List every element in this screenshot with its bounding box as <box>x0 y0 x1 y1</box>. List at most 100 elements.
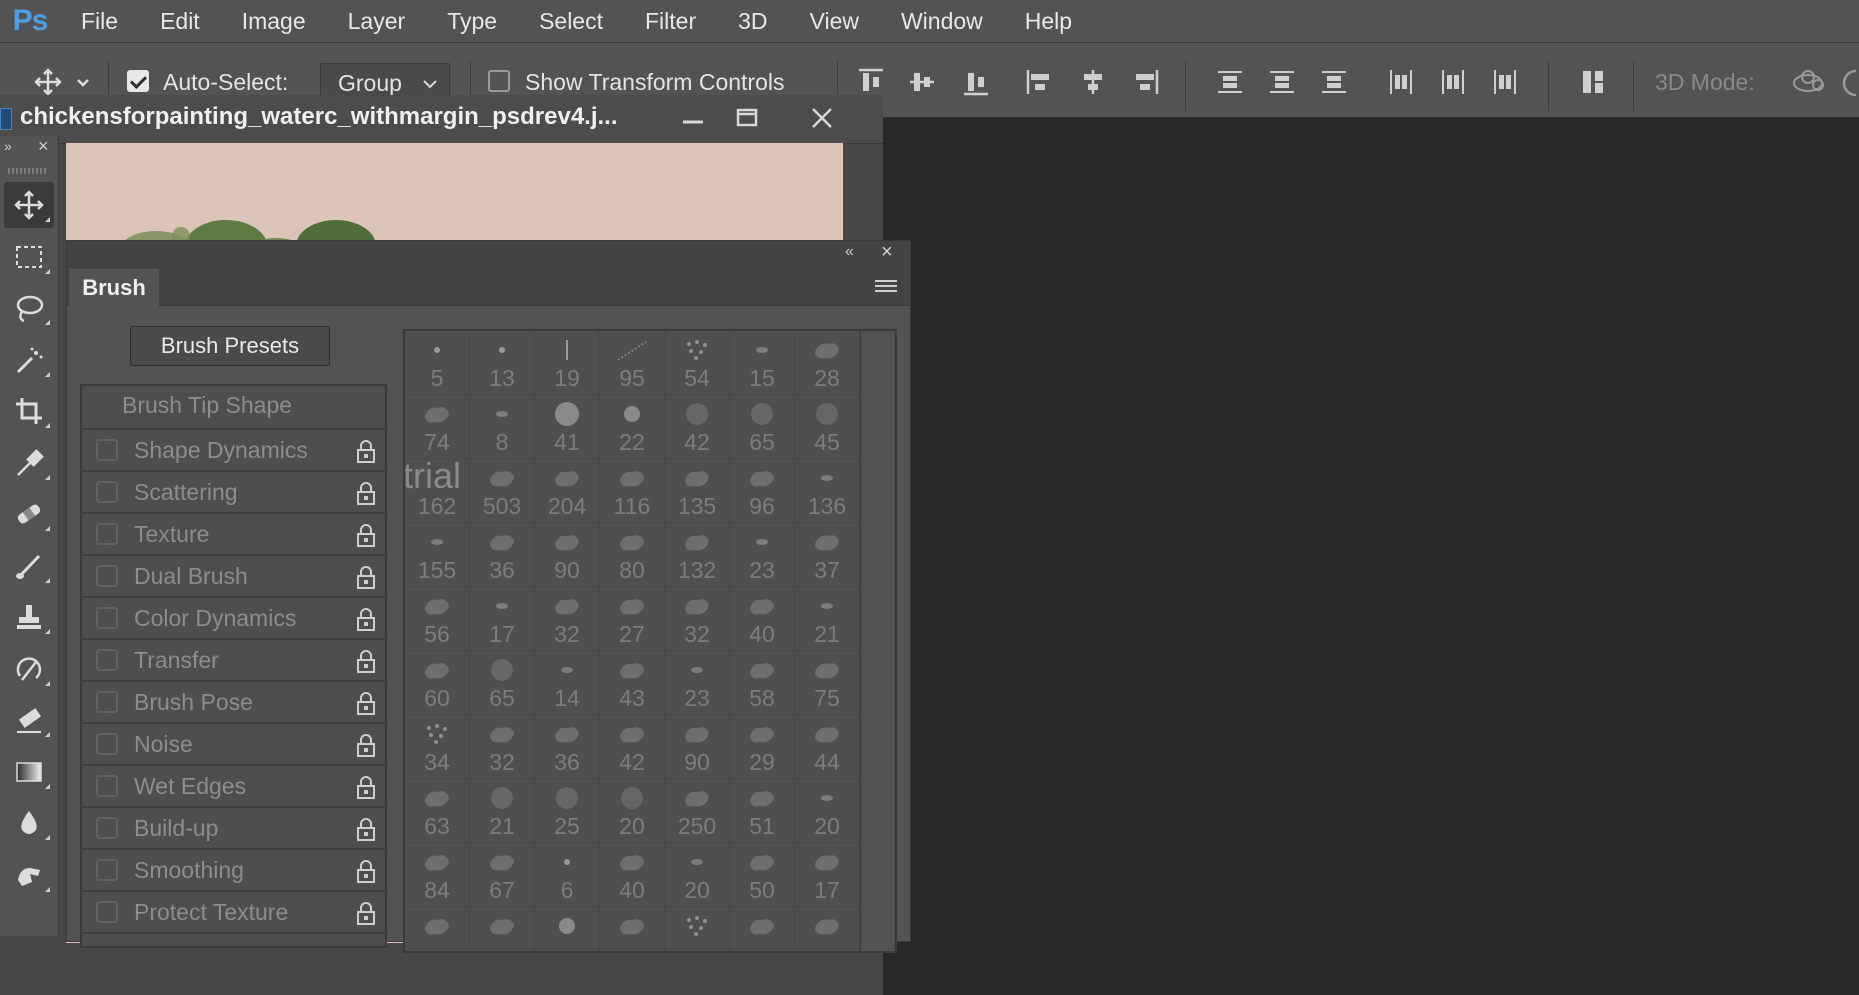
shape-dynamics-checkbox[interactable] <box>96 439 118 461</box>
crop-tool[interactable] <box>4 388 54 434</box>
brush-tip-item[interactable]: 27 <box>600 587 665 651</box>
texture-checkbox[interactable] <box>96 523 118 545</box>
lock-icon[interactable] <box>355 775 377 799</box>
brush-grid-scrollbar[interactable] <box>860 331 894 951</box>
brush-option-wet-edges[interactable]: Wet Edges <box>82 766 385 808</box>
document-title-bar[interactable]: chickensforpainting_waterc_withmargin_ps… <box>0 95 883 144</box>
auto-select-checkbox[interactable] <box>127 70 149 92</box>
maximize-button[interactable] <box>720 99 774 137</box>
lock-icon[interactable] <box>355 649 377 673</box>
brush-tip-item[interactable]: 75 <box>795 651 860 715</box>
wet-edges-checkbox[interactable] <box>96 775 118 797</box>
distribute-left-edges-icon[interactable] <box>1386 67 1416 97</box>
move-tool-preset-picker[interactable] <box>30 67 96 97</box>
close-panel-icon[interactable]: × <box>881 241 893 264</box>
brush-panel-header[interactable]: « × <box>67 241 910 267</box>
lasso-tool[interactable] <box>4 285 54 331</box>
brush-tip-item[interactable]: 54 <box>665 331 730 395</box>
brush-tip-item[interactable]: 17 <box>470 587 535 651</box>
brush-tip-item[interactable] <box>600 907 665 951</box>
menu-type[interactable]: Type <box>426 0 518 42</box>
distribute-top-edges-icon[interactable] <box>1215 67 1245 97</box>
brush-tip-item[interactable]: 36 <box>535 715 600 779</box>
transfer-checkbox[interactable] <box>96 649 118 671</box>
menu-filter[interactable]: Filter <box>624 0 717 42</box>
3d-roll-icon[interactable] <box>1840 65 1859 99</box>
brush-option-texture[interactable]: Texture <box>82 514 385 556</box>
menu-window[interactable]: Window <box>880 0 1004 42</box>
brush-tip-item[interactable]: 36 <box>470 523 535 587</box>
brush-tip-item[interactable]: 51 <box>730 779 795 843</box>
lock-icon[interactable] <box>355 565 377 589</box>
brush-tip-item[interactable]: 204 <box>535 459 600 523</box>
brush-tip-item[interactable]: 21 <box>470 779 535 843</box>
minimize-button[interactable] <box>666 99 720 137</box>
show-transform-controls-checkbox[interactable] <box>488 70 510 92</box>
lock-icon[interactable] <box>355 439 377 463</box>
brush-option-transfer[interactable]: Transfer <box>82 640 385 682</box>
brush-tip-item[interactable]: 15 <box>730 331 795 395</box>
brush-tip-item[interactable]: 32 <box>665 587 730 651</box>
brush-tip-item[interactable]: 29 <box>730 715 795 779</box>
color-dynamics-checkbox[interactable] <box>96 607 118 629</box>
brush-tip-item[interactable]: 60 <box>405 651 470 715</box>
align-bottom-edges-icon[interactable] <box>961 67 991 97</box>
lock-icon[interactable] <box>355 859 377 883</box>
brush-tip-item[interactable]: 34 <box>405 715 470 779</box>
brush-option-scattering[interactable]: Scattering <box>82 472 385 514</box>
stamp-tool[interactable] <box>4 594 54 640</box>
brush-pose-checkbox[interactable] <box>96 691 118 713</box>
align-top-edges-icon[interactable] <box>856 67 886 97</box>
brush-tip-item[interactable] <box>470 907 535 951</box>
brush-tip-item[interactable]: 14 <box>535 651 600 715</box>
brush-tip-item[interactable]: 63 <box>405 779 470 843</box>
brush-tip-item[interactable]: 37 <box>795 523 860 587</box>
brush-tip-item[interactable]: 80 <box>600 523 665 587</box>
brush-tip-item[interactable]: 19 <box>535 331 600 395</box>
brush-tip-item[interactable] <box>535 907 600 951</box>
tab-brush[interactable]: Brush <box>69 269 159 306</box>
eraser-tool[interactable] <box>4 697 54 743</box>
brush-presets-button[interactable]: Brush Presets <box>130 326 330 366</box>
menu-edit[interactable]: Edit <box>139 0 221 42</box>
brush-tip-item[interactable]: 13 <box>470 331 535 395</box>
brush-tip-item[interactable]: 23 <box>665 651 730 715</box>
brush-option-smoothing[interactable]: Smoothing <box>82 850 385 892</box>
menu-help[interactable]: Help <box>1004 0 1093 42</box>
auto-align-layers-icon[interactable] <box>1578 67 1608 97</box>
brush-tip-item[interactable]: 132 <box>665 523 730 587</box>
brush-tip-item[interactable]: 20 <box>665 843 730 907</box>
lock-icon[interactable] <box>355 481 377 505</box>
panel-grip[interactable] <box>8 168 48 174</box>
brush-tip-item[interactable]: 136 <box>795 459 860 523</box>
brush-tip-item[interactable]: 20 <box>795 779 860 843</box>
brush-tip-item[interactable]: 84 <box>405 843 470 907</box>
eyedropper-tool[interactable] <box>4 440 54 486</box>
brush-tip-item[interactable]: 22 <box>600 395 665 459</box>
brush-tip-item[interactable]: 74 <box>405 395 470 459</box>
brush-tip-item[interactable]: 96 <box>730 459 795 523</box>
noise-checkbox[interactable] <box>96 733 118 755</box>
brush-tip-shape-item[interactable]: Brush Tip Shape <box>82 386 385 430</box>
brush-tip-item[interactable]: 95 <box>600 331 665 395</box>
menu-3d[interactable]: 3D <box>717 0 788 42</box>
brush-tip-item[interactable]: 65 <box>730 395 795 459</box>
brush-tip-item[interactable]: 21 <box>795 587 860 651</box>
brush-tip-item[interactable]: 32 <box>470 715 535 779</box>
distribute-right-edges-icon[interactable] <box>1490 67 1520 97</box>
menu-image[interactable]: Image <box>221 0 327 42</box>
brush-tip-item[interactable]: 45 <box>795 395 860 459</box>
brush-tip-item[interactable]: 32 <box>535 587 600 651</box>
brush-option-brush-pose[interactable]: Brush Pose <box>82 682 385 724</box>
brush-tip-item[interactable]: 44 <box>795 715 860 779</box>
collapse-panel-icon[interactable]: « <box>845 243 854 261</box>
brush-tip-item[interactable]: 25 <box>535 779 600 843</box>
brush-tip-item[interactable]: 56 <box>405 587 470 651</box>
brush-tip-item[interactable]: 8 <box>470 395 535 459</box>
lock-icon[interactable] <box>355 691 377 715</box>
expand-panel-icon[interactable]: » <box>4 138 12 154</box>
brush-tip-item[interactable]: 116 <box>600 459 665 523</box>
brush-tip-item[interactable]: 28 <box>795 331 860 395</box>
history-brush-tool[interactable] <box>4 646 54 692</box>
gradient-tool[interactable] <box>4 749 54 795</box>
